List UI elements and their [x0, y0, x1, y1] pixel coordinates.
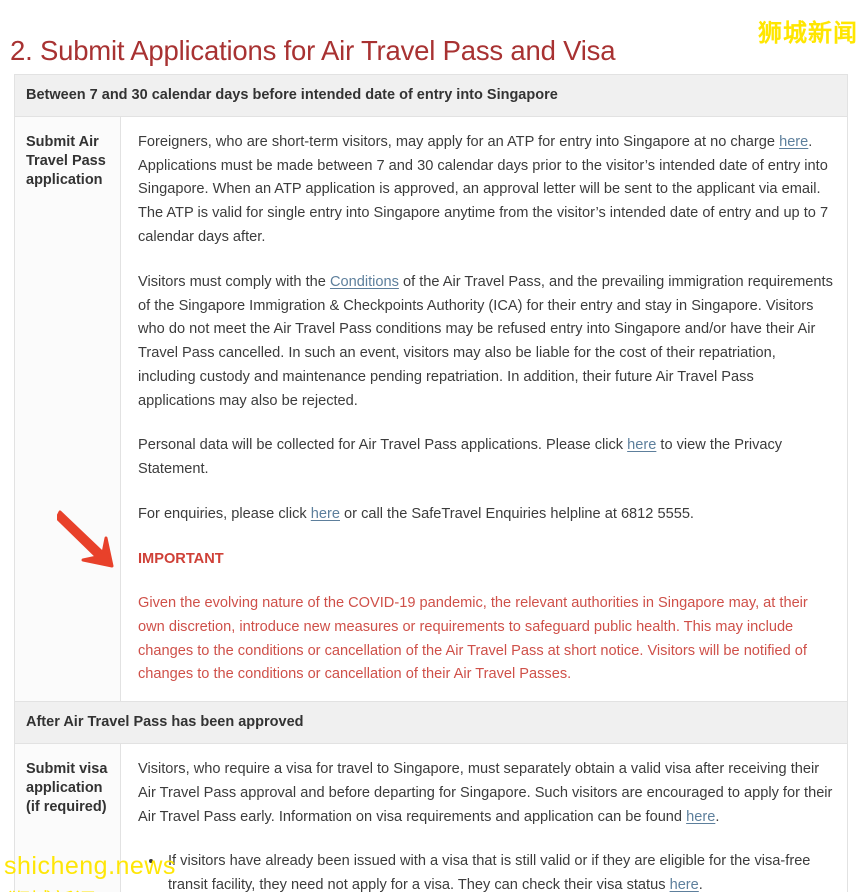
text-run: Visitors must comply with the — [138, 273, 330, 290]
table-row: Submit Air Travel Pass application Forei… — [15, 116, 847, 703]
section-band-1: Between 7 and 30 calendar days before in… — [15, 75, 847, 117]
paragraph-atp-conditions: Visitors must comply with the Conditions… — [138, 271, 833, 414]
table-row: Submit visa application (if required) Vi… — [15, 744, 847, 892]
info-table: Between 7 and 30 calendar days before in… — [14, 74, 848, 892]
text-run: . — [715, 808, 720, 825]
page-title: 2. Submit Applications for Air Travel Pa… — [10, 35, 616, 67]
link-visa-status-here[interactable]: here — [670, 877, 699, 892]
row-label-submit-visa: Submit visa application (if required) — [15, 744, 121, 892]
text-run: For enquiries, please click — [138, 506, 311, 522]
row-label-submit-atp: Submit Air Travel Pass application — [15, 116, 121, 702]
page-root: 2. Submit Applications for Air Travel Pa… — [0, 0, 862, 892]
important-notice: IMPORTANT Given the evolving nature of t… — [138, 548, 833, 687]
paragraph-enquiries: For enquiries, please click here or call… — [138, 503, 833, 527]
list-item: If visitors have already been issued wit… — [164, 850, 833, 892]
text-run: of the Air Travel Pass, and the prevaili… — [138, 273, 833, 409]
section-band-2: After Air Travel Pass has been approved — [15, 702, 847, 745]
row-body-submit-atp: Foreigners, who are short-term visitors,… — [121, 117, 847, 701]
paragraph-privacy: Personal data will be collected for Air … — [138, 434, 833, 482]
row-body-submit-visa: Visitors, who require a visa for travel … — [121, 744, 847, 892]
link-enquiries-here[interactable]: here — [311, 506, 340, 522]
watermark-top-right: 狮城新闻 — [758, 20, 858, 47]
important-heading: IMPORTANT — [138, 550, 224, 567]
link-visa-info-here[interactable]: here — [686, 809, 715, 825]
text-run: Foreigners, who are short-term visitors,… — [138, 133, 780, 150]
link-privacy-here[interactable]: here — [627, 437, 656, 453]
paragraph-visa-overview: Visitors, who require a visa for travel … — [138, 758, 833, 829]
text-run: . Applications must be made between 7 an… — [138, 133, 829, 245]
link-conditions[interactable]: Conditions — [330, 274, 399, 290]
visa-bullet-list: If visitors have already been issued wit… — [138, 850, 833, 892]
text-run: Visitors, who require a visa for travel … — [138, 761, 833, 825]
paragraph-atp-overview: Foreigners, who are short-term visitors,… — [138, 131, 833, 250]
text-run: Personal data will be collected for Air … — [138, 437, 628, 454]
link-atp-apply-here[interactable]: here — [779, 134, 808, 150]
text-run: . — [698, 877, 703, 892]
text-run: If visitors have already been issued wit… — [168, 853, 811, 892]
important-body: Given the evolving nature of the COVID-1… — [138, 595, 808, 683]
text-run: or call the SafeTravel Enquiries helplin… — [340, 506, 694, 522]
